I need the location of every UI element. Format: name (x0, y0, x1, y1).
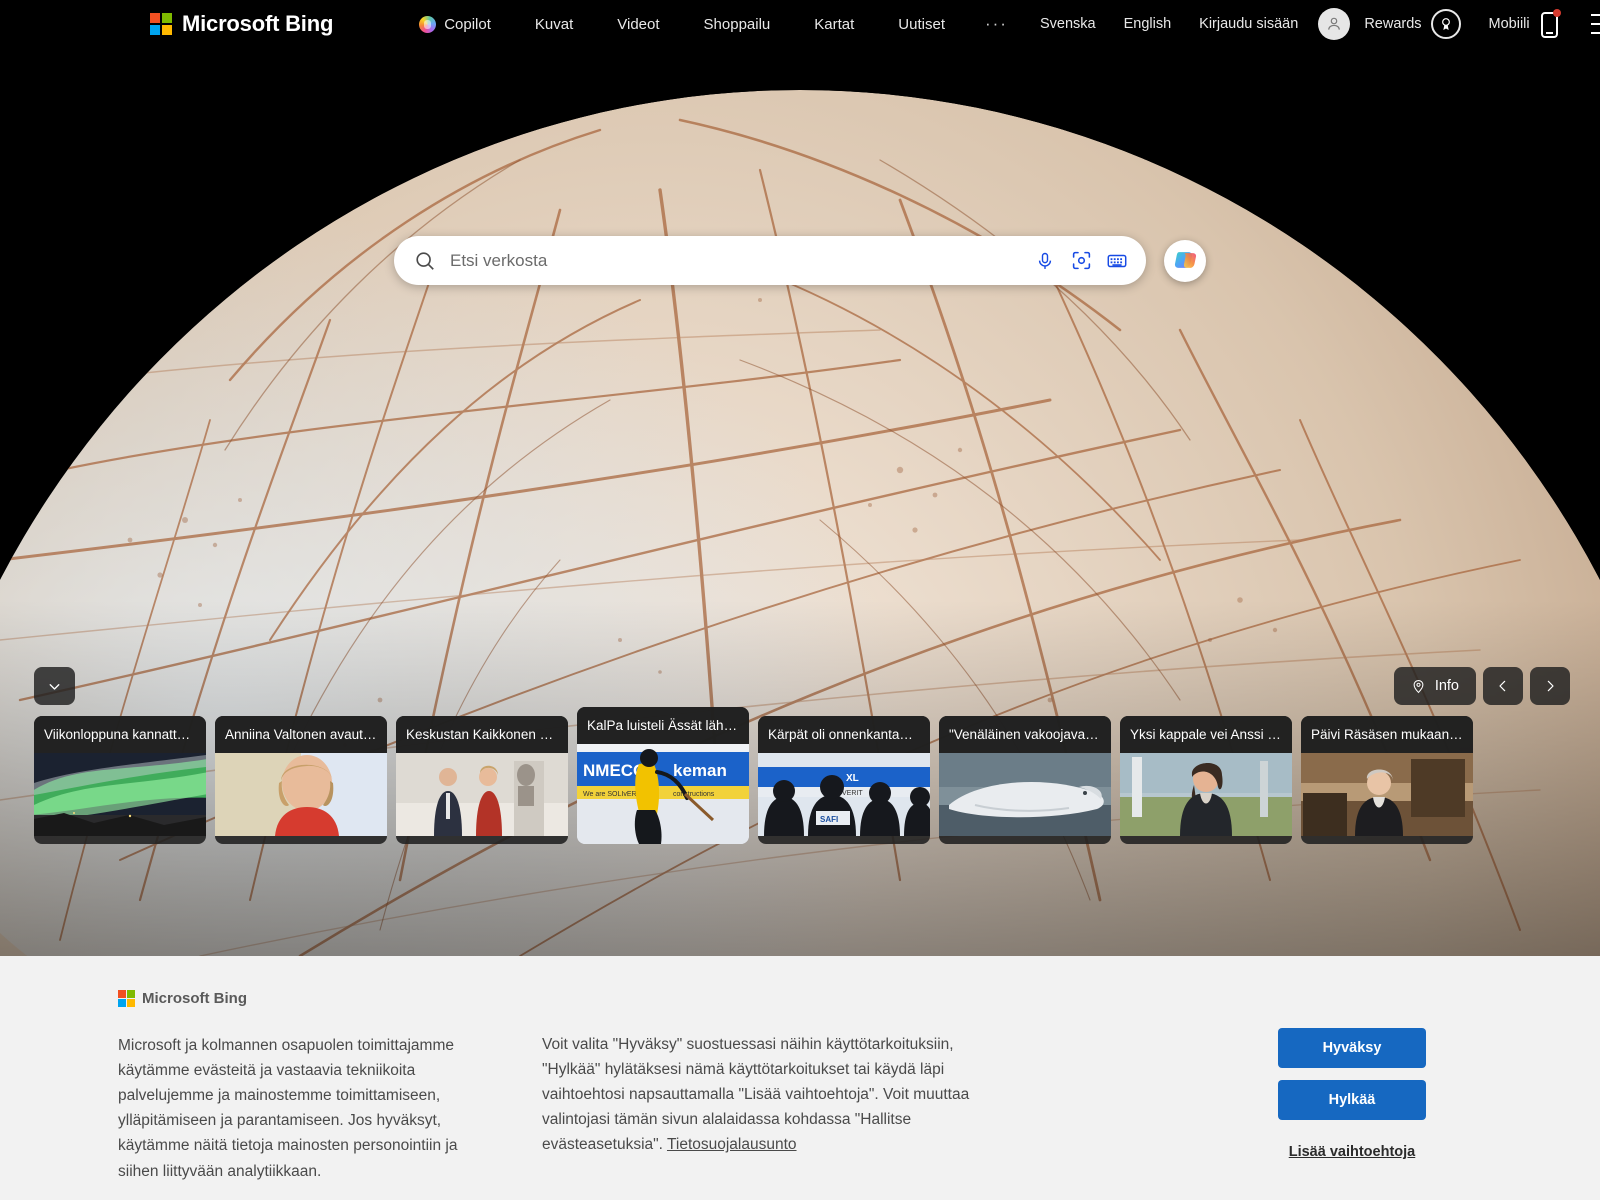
copilot-button[interactable] (1164, 239, 1206, 282)
svg-text:SAFI: SAFI (820, 815, 838, 824)
cookie-bing-logo: Microsoft Bing (118, 990, 490, 1007)
cookie-text-column-2: Voit valita "Hyväksy" suostuessasi näihi… (542, 990, 1012, 1184)
mobile-label: Mobiili (1488, 16, 1530, 32)
news-card-title: "Venäläinen vakoojavalas"… (939, 716, 1111, 754)
cookie-actions: Hyväksy Hylkää Lisää vaihtoehtoja (1222, 990, 1482, 1184)
nav-label: Kuvat (534, 15, 574, 33)
news-card[interactable]: Viikonloppuna kannattaa t… (34, 716, 206, 845)
search-box[interactable] (394, 236, 1146, 285)
copilot-icon (419, 15, 437, 33)
microphone-icon[interactable] (1030, 246, 1060, 276)
news-card-thumbnail (396, 753, 568, 837)
sign-in-link[interactable]: Kirjaudu sisään (1185, 10, 1312, 38)
chevron-down-icon (49, 683, 60, 690)
microsoft-logo-icon (150, 13, 172, 35)
chevron-right-icon (1547, 680, 1554, 692)
nav-item-shoppailu[interactable]: Shoppailu (682, 10, 793, 39)
news-card-thumbnail (34, 753, 206, 837)
nav-label: Shoppailu (703, 15, 771, 33)
brand-label: Microsoft Bing (182, 11, 334, 36)
nav-item-videot[interactable]: Videot (595, 10, 681, 39)
chevron-left-icon (1499, 680, 1506, 692)
news-card[interactable]: Anniina Valtonen avautui l… (215, 716, 387, 845)
news-card[interactable]: Keskustan Kaikkonen kys… (396, 716, 568, 845)
news-card[interactable]: Yksi kappale vei Anssi Kel… (1120, 716, 1292, 845)
search-icon (416, 251, 434, 270)
news-card-title: KalPa luisteli Ässät lähes … (577, 707, 749, 745)
news-card-title: Kärpät oli onnenkantamoi… (758, 716, 930, 754)
mobile-button[interactable]: Mobiili (1475, 2, 1575, 46)
news-card-title: Keskustan Kaikkonen kys… (396, 716, 568, 754)
news-card-title: Päivi Räsäsen mukaan sy… (1301, 716, 1473, 754)
nav-label: Copilot (444, 15, 491, 33)
cookie-consent-banner: Microsoft Bing Microsoft ja kolmannen os… (0, 956, 1600, 1200)
cookie-brand-label: Microsoft Bing (142, 990, 247, 1007)
news-card-thumbnail (1120, 753, 1292, 837)
copilot-icon (1174, 252, 1196, 268)
info-button[interactable]: Info (1393, 667, 1476, 705)
expand-panel-button[interactable] (34, 667, 75, 705)
nav-item-copilot[interactable]: Copilot (397, 10, 513, 39)
rewards-label: Rewards (1364, 16, 1422, 32)
svg-text:XL: XL (846, 773, 859, 784)
svg-text:constructions: constructions (673, 791, 715, 798)
location-pin-icon (1413, 679, 1424, 693)
phone-icon (1539, 8, 1561, 40)
news-card-thumbnail (215, 753, 387, 837)
nav-more-button[interactable]: ··· (967, 8, 1026, 40)
rewards-button[interactable]: Rewards (1350, 3, 1474, 45)
news-card-title: Viikonloppuna kannattaa t… (34, 716, 206, 754)
nav-label: Videot (617, 15, 660, 33)
news-card[interactable]: Päivi Räsäsen mukaan sy… (1301, 716, 1473, 845)
nav-item-kuvat[interactable]: Kuvat (513, 10, 595, 39)
news-card[interactable]: Kärpät oli onnenkantamoi… XL VERIT SAFI (758, 716, 930, 845)
notification-dot (1552, 9, 1561, 17)
nav-label: Uutiset (898, 15, 945, 33)
privacy-statement-link[interactable]: Tietosuojalausunto (667, 1136, 797, 1153)
news-card[interactable]: "Venäläinen vakoojavalas"… (939, 716, 1111, 845)
news-card-thumbnail (1301, 753, 1473, 837)
cookie-text-column-1: Microsoft Bing Microsoft ja kolmannen os… (118, 990, 490, 1184)
keyboard-icon[interactable] (1102, 246, 1132, 276)
cookie-paragraph-1: Microsoft ja kolmannen osapuolen toimitt… (118, 1037, 458, 1180)
news-card-title: Yksi kappale vei Anssi Kel… (1120, 716, 1292, 754)
top-header: Microsoft Bing Copilot Kuvat Videot Shop… (0, 0, 1600, 48)
nav-label: Kartat (814, 15, 855, 33)
svg-text:VERIT: VERIT (842, 790, 863, 797)
search-input[interactable] (450, 250, 1024, 271)
accept-button[interactable]: Hyväksy (1278, 1028, 1426, 1068)
language-swedish-link[interactable]: Svenska (1026, 10, 1110, 38)
reject-button[interactable]: Hylkää (1278, 1080, 1426, 1120)
info-label: Info (1434, 678, 1459, 694)
visual-search-icon[interactable] (1066, 246, 1096, 276)
news-card-thumbnail: XL VERIT SAFI (758, 753, 930, 837)
bing-logo[interactable]: Microsoft Bing (150, 11, 333, 37)
person-icon (1328, 17, 1341, 30)
hero-right-controls: Info (1393, 667, 1570, 705)
svg-text:keman: keman (673, 761, 727, 780)
language-english-link[interactable]: English (1110, 10, 1186, 38)
news-card-title: Anniina Valtonen avautui l… (215, 716, 387, 754)
svg-text:We are SOLIvERS: We are SOLIvERS (583, 791, 642, 798)
carousel-prev-button[interactable] (1483, 667, 1523, 705)
news-card-thumbnail (939, 753, 1111, 837)
hamburger-menu-icon[interactable] (1590, 14, 1600, 34)
more-options-link[interactable]: Lisää vaihtoehtoja (1289, 1144, 1416, 1160)
nav-item-kartat[interactable]: Kartat (792, 10, 876, 39)
nav-item-uutiset[interactable]: Uutiset (876, 10, 967, 39)
carousel-next-button[interactable] (1530, 667, 1570, 705)
header-right-actions: Svenska English Kirjaudu sisään Rewards (1026, 2, 1600, 46)
news-card-thumbnail: NMECO keman We are SOLIvERS construction… (577, 744, 749, 845)
news-card[interactable]: KalPa luisteli Ässät lähes … NMECO keman… (577, 707, 749, 845)
primary-nav: Copilot Kuvat Videot Shoppailu Kartat Uu… (397, 8, 1026, 40)
microsoft-logo-icon (118, 990, 135, 1007)
search-row (0, 236, 1600, 285)
news-card-carousel: Viikonloppuna kannattaa t… Anniina Valto… (34, 707, 1473, 845)
bing-homepage: Microsoft Bing Copilot Kuvat Videot Shop… (0, 0, 1600, 1200)
rewards-medal-icon (1430, 9, 1461, 39)
avatar[interactable] (1318, 8, 1351, 40)
